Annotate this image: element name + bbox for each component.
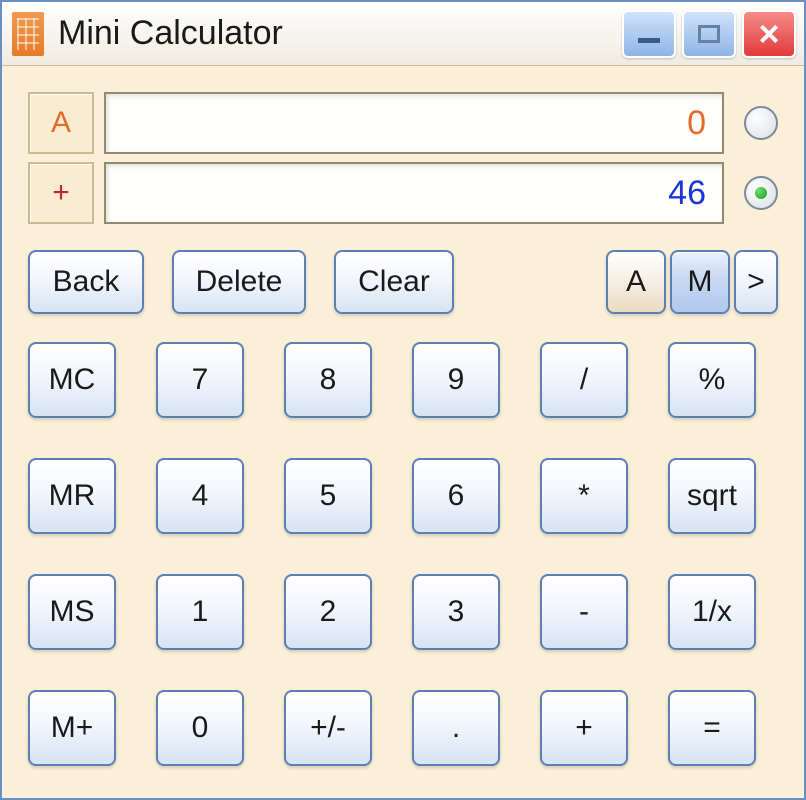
key-5[interactable]: 5: [284, 458, 372, 534]
key-sqrt[interactable]: sqrt: [668, 458, 756, 534]
key-2[interactable]: 2: [284, 574, 372, 650]
display-b-label: +: [28, 162, 94, 224]
back-button[interactable]: Back: [28, 250, 144, 314]
key-equals[interactable]: =: [668, 690, 756, 766]
close-button[interactable]: ×: [742, 10, 796, 58]
radio-selected-icon: [755, 187, 767, 199]
key-8[interactable]: 8: [284, 342, 372, 418]
key-subtract[interactable]: -: [540, 574, 628, 650]
toolbar: Back Delete Clear A M >: [28, 250, 778, 314]
close-icon: ×: [758, 16, 779, 52]
key-percent[interactable]: %: [668, 342, 756, 418]
titlebar: Mini Calculator ×: [2, 2, 804, 66]
window-title: Mini Calculator: [58, 14, 622, 53]
key-mplus[interactable]: M+: [28, 690, 116, 766]
key-ms[interactable]: MS: [28, 574, 116, 650]
select-a-radio[interactable]: [744, 106, 778, 140]
toolbar-right: A M >: [606, 250, 778, 314]
display-a-value: 0: [104, 92, 724, 154]
mode-m-button[interactable]: M: [670, 250, 730, 314]
maximize-icon: [698, 25, 720, 43]
display-row-a: A 0: [28, 92, 778, 154]
client-area: A 0 + 46 Back Delete Clear A M >: [2, 66, 804, 798]
key-divide[interactable]: /: [540, 342, 628, 418]
toolbar-left: Back Delete Clear: [28, 250, 454, 314]
window: Mini Calculator × A 0 + 46: [0, 0, 806, 800]
more-button[interactable]: >: [734, 250, 778, 314]
key-0[interactable]: 0: [156, 690, 244, 766]
key-7[interactable]: 7: [156, 342, 244, 418]
delete-button[interactable]: Delete: [172, 250, 306, 314]
window-controls: ×: [622, 10, 796, 58]
key-decimal[interactable]: .: [412, 690, 500, 766]
maximize-button[interactable]: [682, 10, 736, 58]
key-4[interactable]: 4: [156, 458, 244, 534]
clear-button[interactable]: Clear: [334, 250, 454, 314]
minimize-button[interactable]: [622, 10, 676, 58]
app-icon: [12, 12, 44, 56]
key-6[interactable]: 6: [412, 458, 500, 534]
display-row-b: + 46: [28, 162, 778, 224]
key-add[interactable]: +: [540, 690, 628, 766]
display-area: A 0 + 46: [28, 92, 778, 224]
keypad: MC 7 8 9 / % MR 4 5 6 * sqrt MS 1 2 3 - …: [28, 342, 778, 766]
select-b-radio[interactable]: [744, 176, 778, 210]
key-reciprocal[interactable]: 1/x: [668, 574, 756, 650]
key-multiply[interactable]: *: [540, 458, 628, 534]
key-negate[interactable]: +/-: [284, 690, 372, 766]
minimize-icon: [638, 38, 660, 43]
display-b-value: 46: [104, 162, 724, 224]
key-1[interactable]: 1: [156, 574, 244, 650]
key-mc[interactable]: MC: [28, 342, 116, 418]
mode-a-button[interactable]: A: [606, 250, 666, 314]
key-3[interactable]: 3: [412, 574, 500, 650]
key-9[interactable]: 9: [412, 342, 500, 418]
display-a-label: A: [28, 92, 94, 154]
key-mr[interactable]: MR: [28, 458, 116, 534]
